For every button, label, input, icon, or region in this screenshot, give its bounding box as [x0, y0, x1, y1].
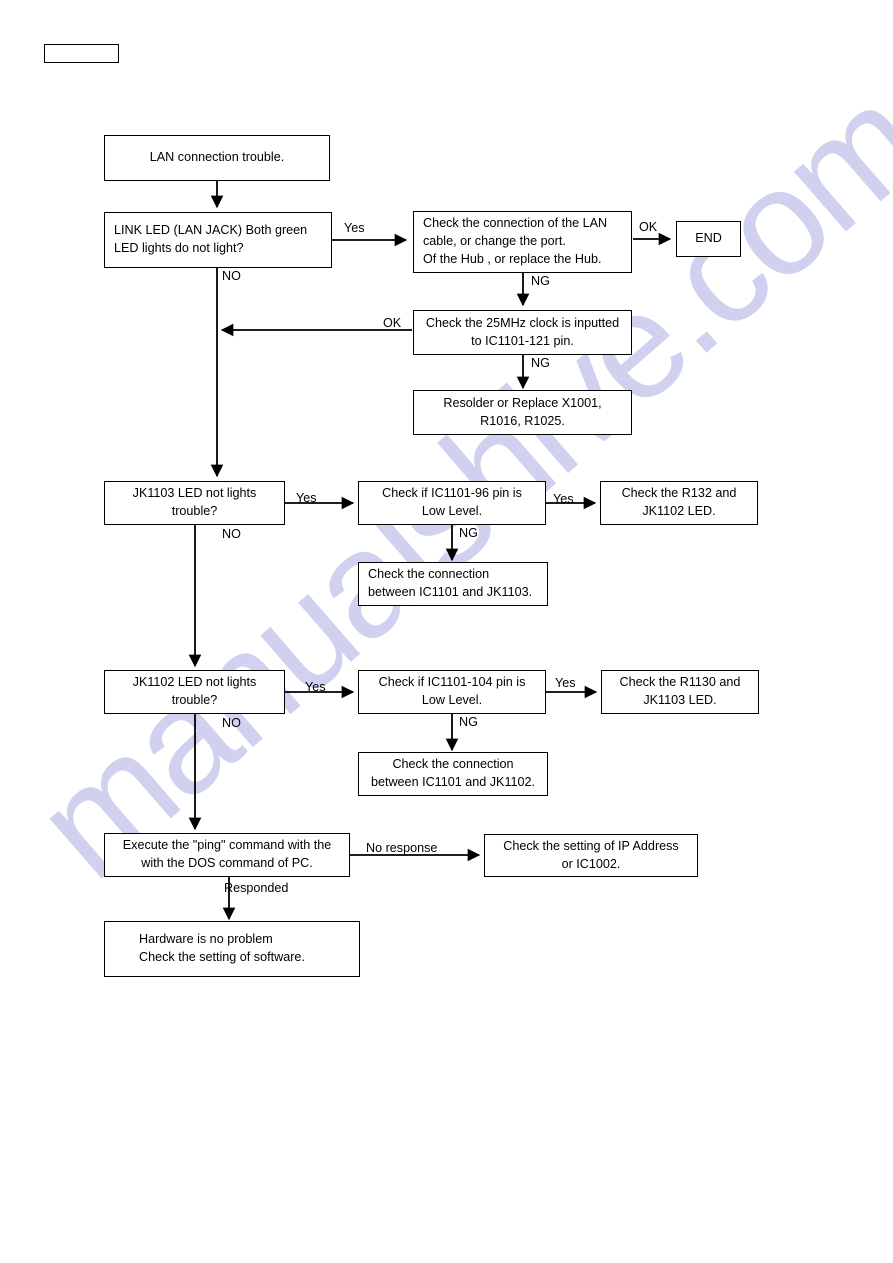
edge-label-no-jk1102: NO — [222, 716, 241, 730]
node-check-lan-cable: Check the connection of the LAN cable, o… — [413, 211, 632, 273]
node-link-led-label: LINK LED (LAN JACK) Both green LED light… — [114, 223, 308, 255]
node-check-r132: Check the R132 and JK1102 LED. — [600, 481, 758, 525]
header-placeholder-box — [44, 44, 119, 63]
node-link-led: LINK LED (LAN JACK) Both green LED light… — [104, 212, 332, 268]
node-hardware-no-problem-label: Hardware is no problem Check the setting… — [139, 932, 305, 964]
edge-label-ng-ic96: NG — [459, 526, 478, 540]
node-check-ic1101-96: Check if IC1101-96 pin is Low Level. — [358, 481, 546, 525]
edge-label-ng-clock: NG — [531, 356, 550, 370]
flowchart-layer: LAN connection trouble. LINK LED (LAN JA… — [0, 0, 893, 1263]
node-check-clock-label: Check the 25MHz clock is inputted to IC1… — [425, 315, 620, 348]
node-check-lan-cable-label: Check the connection of the LAN cable, o… — [423, 216, 608, 266]
node-jk1102-trouble: JK1102 LED not lights trouble? — [104, 670, 285, 714]
node-check-ip-address: Check the setting of IP Address or IC100… — [484, 834, 698, 877]
edge-label-responded: Responded — [224, 881, 289, 895]
node-resolder-label: Resolder or Replace X1001, R1016, R1025. — [443, 395, 602, 428]
edge-label-ng-ic104: NG — [459, 715, 478, 729]
node-jk1102-trouble-label: JK1102 LED not lights trouble? — [132, 675, 257, 707]
node-jk1103-trouble-label: JK1103 LED not lights trouble? — [132, 486, 257, 518]
node-resolder: Resolder or Replace X1001, R1016, R1025. — [413, 390, 632, 435]
node-check-r132-label: Check the R132 and JK1102 LED. — [621, 486, 737, 518]
node-hardware-no-problem: Hardware is no problem Check the setting… — [104, 921, 360, 977]
node-end-label: END — [695, 231, 722, 246]
edge-label-yes-jk1103: Yes — [296, 491, 317, 505]
node-jk1103-trouble: JK1103 LED not lights trouble? — [104, 481, 285, 525]
edge-label-no-response: No response — [366, 841, 438, 855]
edge-label-yes-ic96: Yes — [553, 492, 574, 506]
edge-label-ok-clock: OK — [383, 316, 402, 330]
node-check-r1130-label: Check the R1130 and JK1103 LED. — [619, 675, 741, 707]
node-start-label: LAN connection trouble. — [149, 150, 285, 165]
node-execute-ping: Execute the "ping" command with the with… — [104, 833, 350, 877]
node-connection-ic1101-jk1103: Check the connection between IC1101 and … — [358, 562, 548, 606]
edge-label-ng-lan: NG — [531, 274, 550, 288]
node-check-ic1101-104: Check if IC1101-104 pin is Low Level. — [358, 670, 546, 714]
edge-label-ok-lan: OK — [639, 220, 658, 234]
edge-label-no-link: NO — [222, 269, 241, 283]
node-end: END — [676, 221, 741, 257]
edge-label-yes-link: Yes — [344, 221, 365, 235]
node-connection-ic1101-jk1102: Check the connection between IC1101 and … — [358, 752, 548, 796]
edge-label-yes-jk1102: Yes — [305, 680, 326, 694]
node-check-ip-address-label: Check the setting of IP Address or IC100… — [503, 838, 679, 871]
node-check-clock: Check the 25MHz clock is inputted to IC1… — [413, 310, 632, 355]
node-check-r1130: Check the R1130 and JK1103 LED. — [601, 670, 759, 714]
node-connection-ic1101-jk1103-label: Check the connection between IC1101 and … — [368, 567, 533, 599]
node-check-ic1101-96-label: Check if IC1101-96 pin is Low Level. — [382, 486, 522, 518]
node-start: LAN connection trouble. — [104, 135, 330, 181]
edge-label-no-jk1103: NO — [222, 527, 241, 541]
node-execute-ping-label: Execute the "ping" command with the with… — [122, 838, 332, 870]
flowchart-page: manualshive.com check_lan --> (down the … — [0, 0, 893, 1263]
edge-label-yes-ic104: Yes — [555, 676, 576, 690]
node-check-ic1101-104-label: Check if IC1101-104 pin is Low Level. — [378, 675, 526, 707]
node-connection-ic1101-jk1102-label: Check the connection between IC1101 and … — [370, 757, 536, 789]
